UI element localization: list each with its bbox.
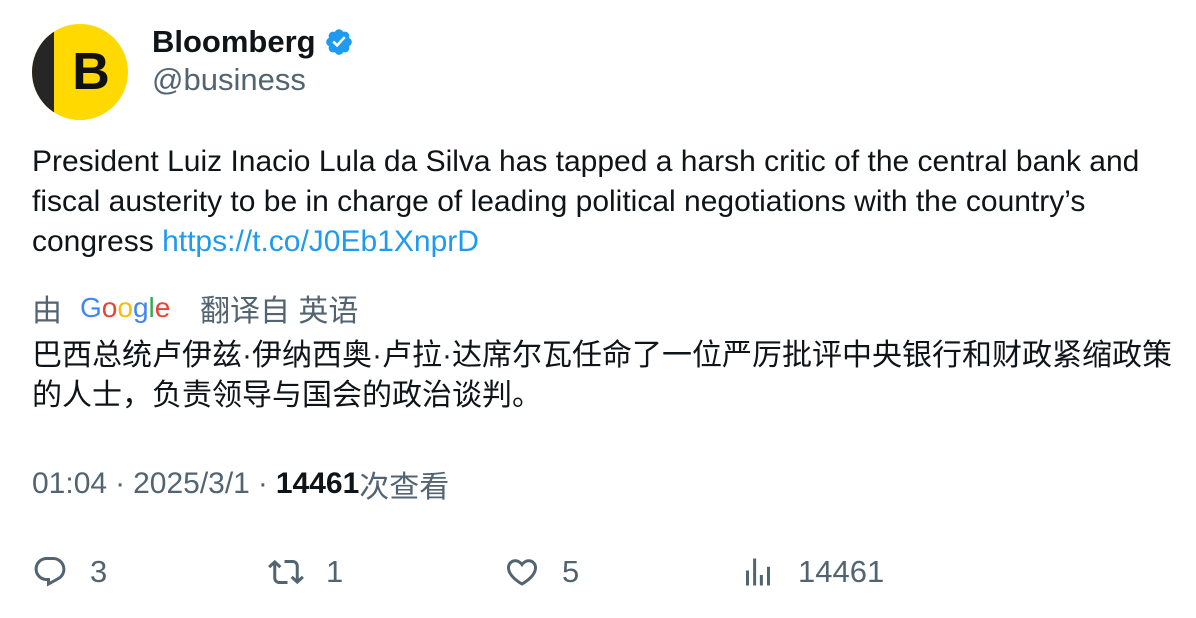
translation-attribution: 由 Google 翻译自 英语 [32, 286, 358, 330]
tweet-meta: 01:04 · 2025/3/1 · 14461 次查看 [32, 464, 449, 504]
meta-separator: · [115, 467, 126, 500]
author-name-row: Bloomberg [152, 22, 354, 62]
reply-button[interactable]: 3 [32, 548, 107, 596]
repost-icon [268, 559, 304, 585]
views-count: 14461 [275, 467, 360, 500]
like-count: 5 [562, 554, 580, 589]
repost-count: 1 [326, 554, 344, 589]
tweet-date[interactable]: 2025/3/1 [133, 467, 250, 501]
author-handle[interactable]: @business [152, 62, 306, 98]
avatar-dark-edge [32, 24, 54, 120]
tweet-time[interactable]: 01:04 [32, 467, 107, 501]
translation-suffix[interactable]: 翻译自 英语 [200, 286, 358, 330]
tweet-text: President Luiz Inacio Lula da Silva has … [32, 142, 1172, 262]
avatar[interactable]: B [32, 24, 128, 120]
verified-badge-icon[interactable] [324, 27, 354, 57]
tweet-actions: 3 1 5 14461 [32, 548, 1172, 596]
avatar-letter: B [72, 43, 110, 101]
display-name[interactable]: Bloomberg [152, 24, 316, 60]
tweet-link[interactable]: https://t.co/J0Eb1XnprD [162, 225, 479, 258]
translated-text: 巴西总统卢伊兹·伊纳西奥·卢拉·达席尔瓦任命了一位严厉批评中央银行和财政紧缩政策… [32, 339, 1172, 412]
meta-separator: · [257, 467, 268, 500]
heart-icon [506, 559, 538, 586]
svg-text:Google: Google [80, 292, 170, 323]
analytics-icon [746, 558, 770, 586]
translation-prefix: 由 [32, 295, 62, 328]
views-button[interactable]: 14461 [740, 548, 884, 596]
reply-count: 3 [90, 554, 108, 589]
reply-icon [34, 557, 66, 587]
like-button[interactable]: 5 [504, 548, 579, 596]
google-logo-icon: Google [80, 292, 170, 323]
views-action-count: 14461 [798, 554, 885, 589]
views-label: 次查看 [359, 471, 450, 504]
repost-button[interactable]: 1 [268, 548, 343, 596]
